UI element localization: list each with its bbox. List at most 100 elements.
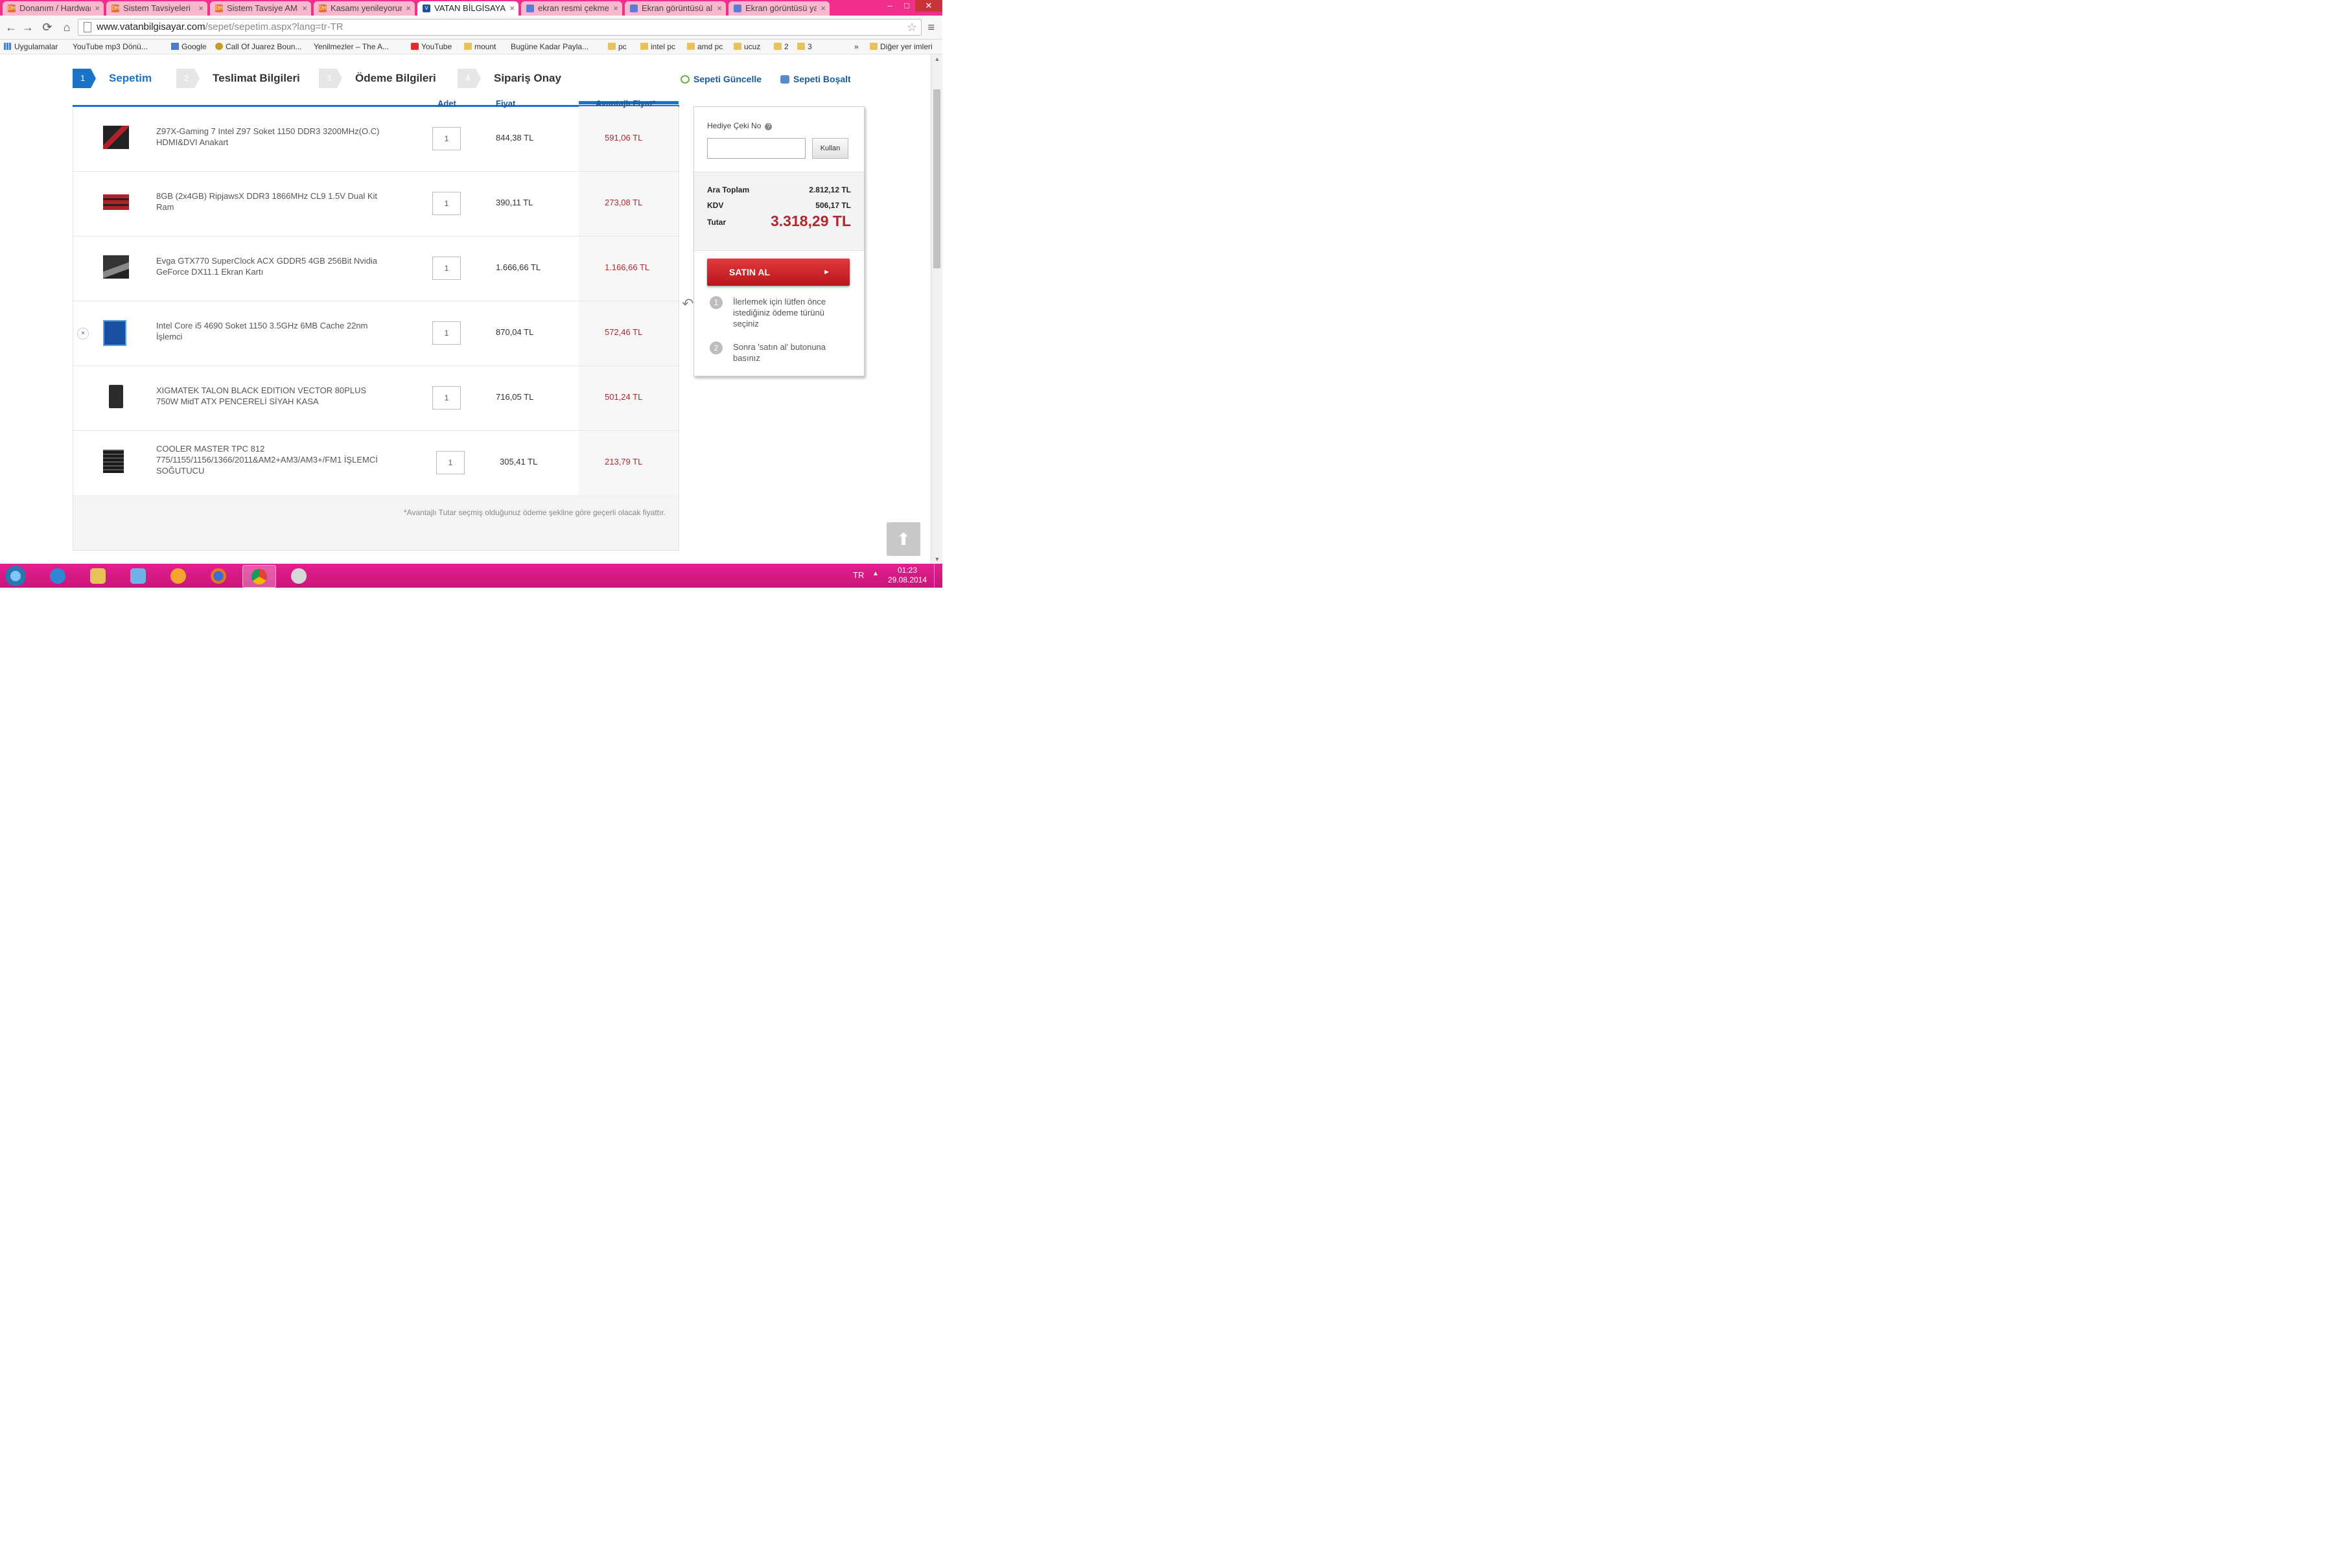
- coupon-section: Hediye Çeki No? Kullan: [694, 107, 864, 172]
- tray-expand-icon[interactable]: ▲: [872, 570, 879, 577]
- tab-close-icon[interactable]: ×: [406, 1, 411, 16]
- dh-favicon-icon: DH: [8, 5, 16, 12]
- tab-close-icon[interactable]: ×: [821, 1, 826, 16]
- tab-sistem-tavsiye-amd[interactable]: DH Sistem Tavsiye AMD ×: [210, 1, 311, 16]
- tab-vatan-bilgisayar[interactable]: V VATAN BİLGİSAYAR ×: [417, 1, 518, 16]
- ram-icon[interactable]: [103, 194, 129, 210]
- start-button-icon[interactable]: [5, 566, 26, 586]
- tab-ekran-resmi-cekme[interactable]: ekran resmi çekme ×: [521, 1, 622, 16]
- maximize-icon[interactable]: □: [898, 0, 915, 12]
- bookmark-google[interactable]: Google: [171, 40, 207, 54]
- update-cart-link[interactable]: Sepeti Güncelle: [681, 74, 762, 84]
- tab-close-icon[interactable]: ×: [717, 1, 722, 16]
- bookmark-yenilmezler[interactable]: Yenilmezler – The A...: [314, 40, 389, 102]
- quantity-input[interactable]: 1: [432, 321, 461, 345]
- reload-icon[interactable]: ⟳: [40, 20, 54, 34]
- quantity-input[interactable]: 1: [432, 127, 461, 150]
- tab-title: Sistem Tavsiye AMD: [227, 3, 298, 13]
- folder-icon: [797, 43, 805, 50]
- product-name[interactable]: XIGMATEK TALON BLACK EDITION VECTOR 80PL…: [156, 385, 390, 407]
- bookmark-label: mount: [474, 42, 496, 51]
- scrollbar-thumb[interactable]: [933, 89, 940, 268]
- step-label: Sipariş Onay: [494, 72, 561, 84]
- bookmark-pc[interactable]: pc: [608, 40, 627, 54]
- bookmark-youtube-mp3[interactable]: YouTube mp3 Dönü...: [73, 40, 148, 102]
- tab-close-icon[interactable]: ×: [509, 1, 515, 16]
- tab-close-icon[interactable]: ×: [95, 1, 100, 16]
- taskbar-app-chrome[interactable]: [242, 565, 276, 588]
- product-name[interactable]: Intel Core i5 4690 Soket 1150 3.5GHz 6MB…: [156, 320, 390, 342]
- tab-kasami-yenileyorum[interactable]: DH Kasamı yenileyorum ×: [314, 1, 415, 16]
- bookmark-other[interactable]: Diğer yer imleri: [870, 40, 933, 54]
- remove-item-icon[interactable]: ×: [77, 328, 89, 340]
- coupon-input[interactable]: [707, 138, 806, 159]
- empty-cart-link[interactable]: Sepeti Boşalt: [780, 74, 851, 84]
- product-price: 390,11 TL: [496, 198, 533, 207]
- gpu-icon[interactable]: [103, 255, 129, 279]
- scroll-to-top-button[interactable]: ⬆: [887, 522, 920, 556]
- quantity-input[interactable]: 1: [436, 451, 465, 474]
- taskbar-app-internet-explorer[interactable]: [41, 565, 74, 586]
- bookmark-ucuz[interactable]: ucuz: [734, 40, 760, 54]
- bookmark-bugune-kadar[interactable]: Bugüne Kadar Payla...: [511, 40, 588, 102]
- apply-coupon-button[interactable]: Kullan: [812, 138, 848, 159]
- taskbar-app-other[interactable]: [283, 565, 315, 586]
- cooler-icon[interactable]: [103, 450, 124, 473]
- quantity-input[interactable]: 1: [432, 257, 461, 280]
- update-cart-label: Sepeti Güncelle: [693, 74, 762, 84]
- tab-close-icon[interactable]: ×: [198, 1, 204, 16]
- play-arrow-icon: ►: [823, 268, 830, 276]
- tray-clock[interactable]: 01:23 29.08.2014: [888, 566, 927, 585]
- forward-icon[interactable]: →: [21, 20, 35, 34]
- window-close-icon[interactable]: ✕: [915, 0, 942, 12]
- minimize-icon[interactable]: –: [881, 0, 898, 12]
- help-icon[interactable]: ?: [765, 123, 773, 130]
- quantity-input[interactable]: 1: [432, 192, 461, 215]
- scroll-down-arrow-icon[interactable]: ▼: [931, 556, 942, 562]
- motherboard-icon[interactable]: [103, 126, 129, 149]
- product-name[interactable]: 8GB (2x4GB) RipjawsX DDR3 1866MHz CL9 1.…: [156, 190, 390, 213]
- tab-close-icon[interactable]: ×: [613, 1, 618, 16]
- product-name[interactable]: Z97X-Gaming 7 Intel Z97 Soket 1150 DDR3 …: [156, 126, 390, 148]
- address-bar[interactable]: www.vatanbilgisayar.com/sepet/sepetim.as…: [78, 19, 922, 36]
- tab-ekran-goruntusu-ya[interactable]: Ekran görüntüsü ya ×: [728, 1, 830, 16]
- cart-row: Z97X-Gaming 7 Intel Z97 Soket 1150 DDR3 …: [73, 106, 679, 172]
- dh-favicon-icon: DH: [111, 5, 119, 12]
- home-icon[interactable]: ⌂: [60, 20, 74, 34]
- tab-donanim-hardware[interactable]: DH Donanım / Hardware ×: [3, 1, 104, 16]
- scroll-up-arrow-icon[interactable]: ▲: [931, 56, 942, 62]
- cpu-icon[interactable]: [103, 320, 126, 346]
- taskbar-app-orb[interactable]: [162, 565, 194, 586]
- bookmark-amd-pc[interactable]: amd pc: [687, 40, 723, 54]
- bookmark-uygulamalar[interactable]: Uygulamalar: [4, 40, 58, 54]
- product-name[interactable]: Evga GTX770 SuperClock ACX GDDR5 4GB 256…: [156, 255, 390, 277]
- page-info-icon[interactable]: [84, 22, 91, 32]
- bookmark-3[interactable]: 3: [797, 40, 812, 54]
- tab-sistem-tavsiyeleri[interactable]: DH Sistem Tavsiyeleri ×: [106, 1, 207, 16]
- bookmark-call-of-juarez[interactable]: Call Of Juarez Boun...: [215, 40, 301, 54]
- tab-close-icon[interactable]: ×: [302, 1, 307, 16]
- case-icon[interactable]: [109, 385, 123, 408]
- product-name[interactable]: COOLER MASTER TPC 812 775/1155/1156/1366…: [156, 443, 390, 476]
- page-scrollbar[interactable]: ▲ ▼: [931, 54, 942, 564]
- bookmark-2[interactable]: 2: [774, 40, 789, 54]
- back-icon[interactable]: ←: [4, 20, 18, 34]
- show-desktop-button[interactable]: [934, 564, 942, 588]
- tab-ekran-goruntusu-al[interactable]: Ekran görüntüsü al ×: [625, 1, 726, 16]
- step-label: Teslimat Bilgileri: [213, 72, 300, 84]
- bookmark-mount[interactable]: mount: [464, 40, 496, 54]
- language-indicator[interactable]: TR: [853, 570, 864, 580]
- taskbar-app-desktop[interactable]: [122, 565, 154, 586]
- dh-favicon-icon: DH: [215, 5, 223, 12]
- buy-button[interactable]: SATIN AL ►: [707, 259, 850, 286]
- bookmark-star-icon[interactable]: ☆: [907, 19, 917, 35]
- taskbar-app-file-explorer[interactable]: [82, 565, 114, 586]
- menu-icon[interactable]: ≡: [927, 21, 935, 34]
- taskbar-app-firefox[interactable]: [202, 565, 235, 586]
- bookmarks-more-icon[interactable]: »: [854, 40, 859, 54]
- bookmark-intel-pc[interactable]: intel pc: [640, 40, 675, 54]
- bookmark-youtube[interactable]: YouTube: [411, 40, 452, 54]
- bookmark-label: 3: [808, 42, 812, 51]
- step-number: 3: [319, 69, 342, 88]
- quantity-input[interactable]: 1: [432, 386, 461, 409]
